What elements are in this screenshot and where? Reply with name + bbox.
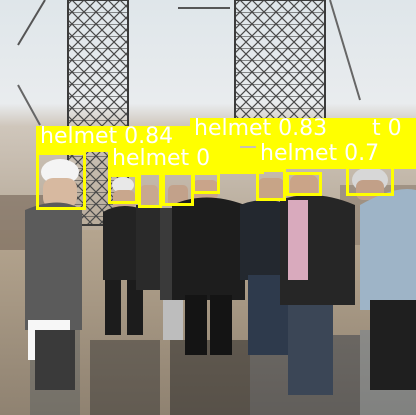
detection-box-6 [138, 172, 162, 208]
photo-scene: helmet 0.84 helmet 0.83 t 0 helmet 0 hel… [0, 0, 416, 415]
detection-box [256, 169, 286, 201]
detection-box [36, 152, 86, 210]
detection-label: t 0 [368, 118, 416, 146]
detection-label: helmet 0 [108, 148, 264, 174]
detection-box-9 [346, 166, 394, 196]
detection-box [108, 174, 138, 204]
detection-box-8 [286, 172, 322, 196]
detection-overlay: helmet 0.84 helmet 0.83 t 0 helmet 0 hel… [0, 0, 416, 415]
detection-box-7 [162, 172, 194, 206]
detection-box-10 [192, 172, 220, 194]
detection-label: helmet 0.83 [190, 118, 374, 146]
